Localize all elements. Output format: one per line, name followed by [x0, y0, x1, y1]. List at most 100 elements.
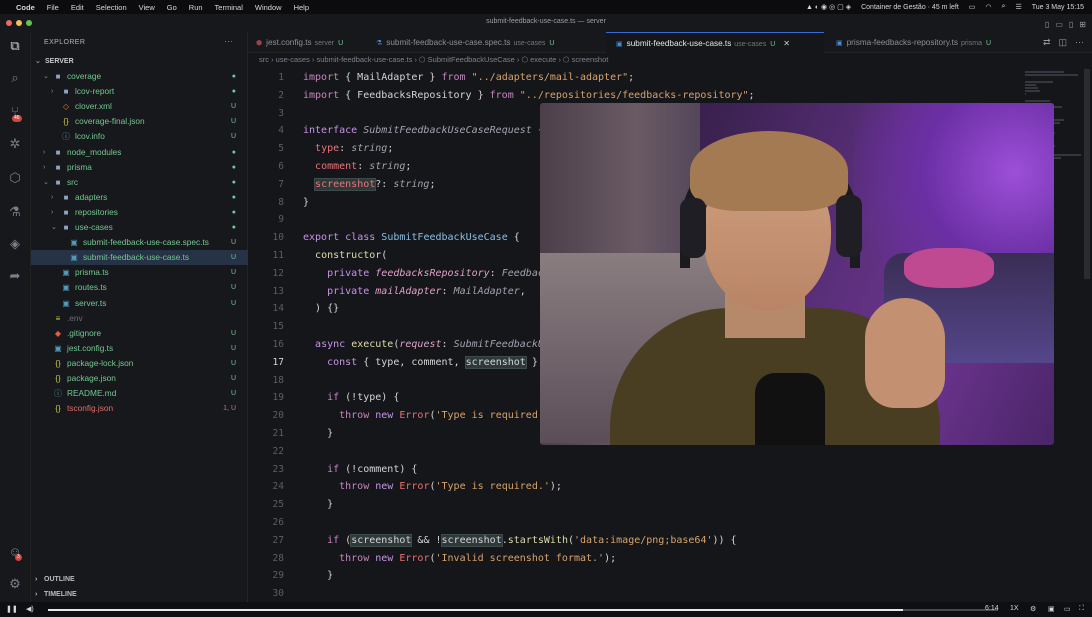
- toggle-sidebar-icon[interactable]: ▯: [1045, 17, 1049, 33]
- code-line[interactable]: 25 }: [248, 496, 1023, 514]
- menu-go[interactable]: Go: [167, 3, 177, 12]
- line-number: 12: [272, 267, 284, 279]
- tree-item-label: .env: [67, 312, 83, 323]
- picture-in-picture-icon[interactable]: ▣: [1048, 605, 1055, 613]
- wifi-icon[interactable]: ◠: [985, 3, 991, 11]
- tree-item[interactable]: › ■ node_modules ●: [31, 145, 248, 160]
- code-line[interactable]: 28 throw new Error('Invalid screenshot f…: [248, 550, 1023, 568]
- menu-run[interactable]: Run: [189, 3, 203, 12]
- chevron-down-icon: ⌄: [51, 224, 57, 231]
- toggle-secondary-sidebar-icon[interactable]: ▯: [1069, 17, 1073, 33]
- close-window-button[interactable]: [6, 20, 12, 26]
- tree-item[interactable]: ▣ jest.config.ts U: [31, 341, 248, 356]
- menu-edit[interactable]: Edit: [71, 3, 84, 12]
- code-line[interactable]: 24 throw new Error('Type is required.');: [248, 478, 1023, 496]
- tree-item[interactable]: ▣ submit-feedback-use-case.ts U: [31, 250, 248, 266]
- clock[interactable]: Tue 3 May 15:15: [1032, 4, 1084, 11]
- extensions-icon[interactable]: ⬡: [7, 170, 23, 186]
- code-line[interactable]: 26: [248, 514, 1023, 532]
- editor-scrollbar[interactable]: [1084, 69, 1090, 279]
- remote-icon[interactable]: ◈: [7, 236, 23, 252]
- explorer-title: EXPLORER: [44, 39, 86, 46]
- webcam-person-hair: [690, 131, 848, 211]
- code-line[interactable]: 22: [248, 443, 1023, 461]
- tree-item[interactable]: ▣ submit-feedback-use-case.spec.ts U: [31, 235, 248, 250]
- video-progress-fill: [48, 609, 903, 611]
- more-actions-icon[interactable]: ···: [1075, 32, 1084, 53]
- status-icons[interactable]: ▲ ◐ ◉ ◎ ▢ ◈: [806, 3, 851, 11]
- menu-window[interactable]: Window: [255, 3, 282, 12]
- tree-item[interactable]: {} package.json U: [31, 371, 248, 386]
- fullscreen-icon[interactable]: ⛶: [1079, 605, 1084, 613]
- tree-item[interactable]: {} tsconfig.json 1, U: [31, 401, 248, 416]
- webcam-headphone-cup-right: [836, 195, 862, 257]
- chevron-right-icon: ›: [51, 88, 54, 96]
- tree-item[interactable]: ◆ .gitignore U: [31, 326, 248, 341]
- tree-item[interactable]: ⓘ lcov.info U: [31, 129, 248, 144]
- settings-gear-icon[interactable]: ⚙: [7, 576, 23, 592]
- control-center-icon[interactable]: ☰: [1015, 3, 1021, 11]
- search-icon[interactable]: ⌕: [7, 70, 23, 86]
- tree-item[interactable]: › ■ repositories ●: [31, 205, 248, 220]
- code-line[interactable]: 23 if (!comment) {: [248, 461, 1023, 479]
- tree-item[interactable]: › ■ lcov-report ●: [31, 84, 248, 99]
- theater-mode-icon[interactable]: ▭: [1064, 605, 1071, 613]
- tab-jest-config[interactable]: ⬢ jest.config.ts server U: [248, 32, 365, 53]
- tree-item[interactable]: ⌄ ■ coverage ●: [31, 69, 248, 84]
- toggle-panel-icon[interactable]: ▭: [1055, 17, 1063, 33]
- more-actions-icon[interactable]: ···: [224, 36, 233, 46]
- code-line[interactable]: 29 }: [248, 567, 1023, 585]
- search-icon[interactable]: ⌕: [1002, 3, 1006, 11]
- zoom-window-button[interactable]: [26, 20, 32, 26]
- tree-item[interactable]: ▣ routes.ts U: [31, 280, 248, 295]
- battery-icon[interactable]: ▭: [969, 3, 976, 11]
- tree-item[interactable]: ⓘ README.md U: [31, 386, 248, 401]
- pause-icon[interactable]: ❚❚: [6, 605, 18, 613]
- outline-section[interactable]: › OUTLINE: [31, 572, 248, 587]
- explorer-icon[interactable]: ⧉: [7, 38, 23, 54]
- menu-view[interactable]: View: [139, 3, 155, 12]
- tab-spec[interactable]: ⚗ submit-feedback-use-case.spec.ts use-cas…: [366, 32, 603, 53]
- tab-prisma-feedbacks-repository[interactable]: ▣ prisma-feedbacks-repository.ts prisma U: [826, 32, 1026, 53]
- code-line[interactable]: 1 import { MailAdapter } from "../adapter…: [248, 69, 1023, 87]
- breadcrumb[interactable]: src › use-cases › submit-feedback-use-ca…: [259, 55, 608, 64]
- customize-layout-icon[interactable]: ⊞: [1079, 17, 1086, 33]
- open-changes-icon[interactable]: ⇄: [1043, 32, 1051, 53]
- debug-icon[interactable]: ✲: [7, 136, 23, 152]
- menu-help[interactable]: Help: [294, 3, 309, 12]
- menu-file[interactable]: File: [47, 3, 59, 12]
- code-text: private mailAdapter: MailAdapter,: [327, 285, 526, 297]
- close-tab-icon[interactable]: ✕: [783, 39, 790, 48]
- code-line[interactable]: 27 if (screenshot && !screenshot.startsW…: [248, 532, 1023, 550]
- tree-item[interactable]: › ■ prisma ●: [31, 160, 248, 175]
- settings-gear-icon[interactable]: ⚙: [1030, 605, 1036, 613]
- file-ts-icon: ▣: [62, 268, 70, 278]
- split-editor-icon[interactable]: ◫: [1058, 32, 1067, 53]
- tree-item[interactable]: {} package-lock.json U: [31, 356, 248, 371]
- tab-submit-feedback-use-case[interactable]: ▣ submit-feedback-use-case.ts use-cases U ✕: [606, 32, 824, 53]
- tree-item[interactable]: ▣ prisma.ts U: [31, 265, 248, 280]
- tree-item[interactable]: ▣ server.ts U: [31, 296, 248, 311]
- tree-item[interactable]: ≡ .env: [31, 311, 248, 326]
- minimize-window-button[interactable]: [16, 20, 22, 26]
- tree-item[interactable]: ◇ clover.xml U: [31, 99, 248, 114]
- workspace-root[interactable]: ⌄ SERVER: [31, 54, 248, 69]
- calendar-event[interactable]: Container de Gestão · 45 m left: [861, 4, 959, 11]
- line-number: 23: [272, 463, 284, 475]
- file-ts-icon: ▣: [70, 253, 78, 263]
- video-progress[interactable]: [48, 609, 998, 611]
- testing-icon[interactable]: ⚗: [7, 204, 23, 220]
- live-share-icon[interactable]: ➦: [7, 268, 23, 284]
- menu-app-name[interactable]: Code: [16, 3, 35, 12]
- tree-item[interactable]: ⌄ ■ src ●: [31, 175, 248, 190]
- code-line[interactable]: 30: [248, 585, 1023, 603]
- tree-item[interactable]: › ■ adapters ●: [31, 190, 248, 205]
- tree-item[interactable]: ⌄ ■ use-cases ●: [31, 220, 248, 235]
- volume-icon[interactable]: ◀): [26, 605, 34, 613]
- menu-selection[interactable]: Selection: [96, 3, 127, 12]
- playback-speed[interactable]: 1X: [1010, 605, 1019, 612]
- menu-terminal[interactable]: Terminal: [215, 3, 243, 12]
- code-line[interactable]: 2 import { FeedbacksRepository } from "..…: [248, 87, 1023, 105]
- tree-item[interactable]: {} coverage-final.json U: [31, 114, 248, 129]
- timeline-section[interactable]: › TIMELINE: [31, 587, 248, 602]
